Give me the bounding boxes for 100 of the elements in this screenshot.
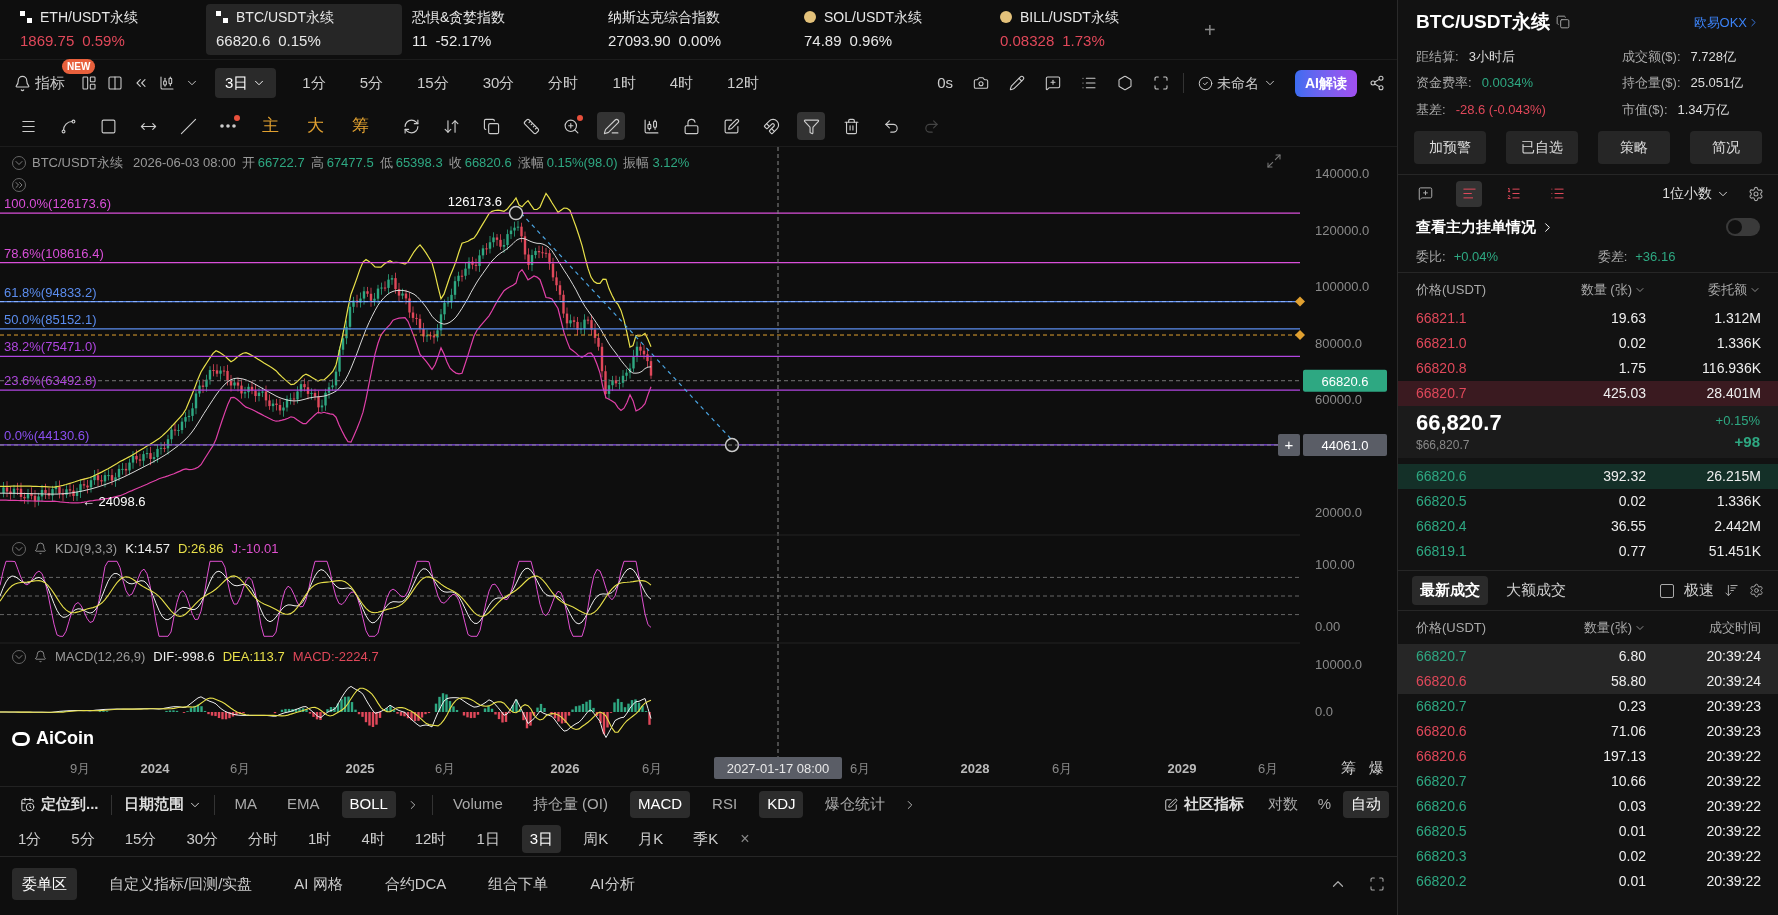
camera-icon[interactable] (973, 75, 989, 91)
layout-icon[interactable] (81, 75, 97, 91)
timeframe-tab[interactable]: 12时 (727, 71, 759, 95)
timeframe-tab[interactable]: 15分 (116, 824, 165, 854)
timeframe-tab[interactable]: 1分 (10, 824, 50, 854)
column-header[interactable]: 数量 (张) (1536, 279, 1646, 300)
diamond-marker-icon[interactable] (1295, 296, 1305, 307)
fullscreen-icon[interactable] (1266, 153, 1282, 169)
bottom-tab[interactable]: AI分析 (580, 867, 645, 901)
list-icon[interactable] (1081, 75, 1097, 91)
drawing-tool-button[interactable] (597, 112, 625, 140)
timeframe-tab[interactable]: 周K (575, 824, 617, 854)
copy-icon[interactable] (1556, 15, 1571, 30)
share-icon[interactable] (1369, 75, 1385, 91)
timeframe-tab[interactable]: 4时 (669, 71, 694, 95)
columns-icon[interactable] (107, 75, 123, 91)
close-button[interactable]: × (740, 827, 750, 851)
indicator-tab[interactable]: 爆仓统计 (817, 791, 894, 818)
chart-mode-button[interactable]: 主 (262, 113, 279, 139)
whale-orders-toggle[interactable] (1726, 218, 1760, 236)
ticker-tab[interactable]: 恐惧&贪婪指数 11 -52.17% (402, 4, 598, 55)
indicator-tab[interactable]: % (1309, 791, 1339, 818)
trades-tab[interactable]: 大额成交 (1498, 576, 1574, 605)
sort-icon[interactable] (1724, 583, 1739, 598)
indicator-button[interactable]: 指标 (35, 71, 65, 95)
pencil-icon[interactable] (1009, 75, 1025, 91)
stat-value: 25.051亿 (1690, 74, 1744, 92)
indicator-tab[interactable]: 自动 (1343, 791, 1389, 818)
indicator-tab[interactable]: 对数 (1259, 791, 1306, 818)
ticker-tab[interactable]: SOL/USDT永续 74.89 0.96% (794, 4, 990, 55)
indicator-tab[interactable]: MACD (629, 791, 691, 818)
book-price: 66820.8 (1416, 359, 1468, 378)
ticker-tab[interactable]: 纳斯达克综合指数 27093.90 0.00% (598, 4, 794, 55)
indicator-tab[interactable]: BOLL (341, 791, 396, 818)
trades-tab[interactable]: 最新成交 (1412, 576, 1488, 605)
date-range-dropdown[interactable]: 日期范围 (123, 793, 202, 816)
indicator-tab[interactable]: MA (226, 791, 265, 818)
anchor-handle[interactable] (508, 205, 524, 221)
layout-name-dropdown[interactable]: 未命名 (1198, 72, 1277, 94)
precision-dropdown[interactable]: 1位小数 (1662, 183, 1730, 204)
action-button[interactable]: 简况 (1690, 131, 1762, 164)
fullscreen-icon[interactable] (1369, 876, 1385, 892)
timeframe-tab[interactable]: 月K (630, 824, 672, 854)
timeframe-tab[interactable]: 1分 (302, 71, 326, 95)
macd-axis-label: 0.0 (1315, 704, 1334, 719)
diamond-marker-icon[interactable] (1295, 330, 1305, 341)
indicator-tab[interactable]: RSI (704, 791, 746, 818)
period-dropdown[interactable]: 3日 (215, 67, 277, 99)
timeframe-tab[interactable]: 5分 (63, 824, 103, 854)
highlighted-book-row[interactable]: 66820.6 392.32 26.215M (1398, 464, 1778, 489)
book-view-button[interactable] (1456, 180, 1482, 207)
timeframe-tab[interactable]: 30分 (178, 824, 227, 854)
fast-mode-checkbox[interactable] (1660, 583, 1674, 598)
timeframe-tab[interactable]: 1时 (300, 824, 340, 854)
timeframe-tab[interactable]: 30分 (482, 71, 515, 95)
column-header[interactable]: 委托额 (1646, 279, 1761, 300)
timeframe-tab[interactable]: 季K (685, 824, 727, 854)
action-button[interactable]: 策略 (1598, 131, 1670, 164)
ticker-tab[interactable]: BTC/USDT永续 66820.6 0.15% (206, 4, 402, 55)
candlestick-icon[interactable] (159, 75, 175, 91)
whale-orders-link[interactable]: 查看主力挂单情况 (1416, 215, 1555, 239)
timeframe-tab[interactable]: 5分 (359, 71, 384, 95)
chart-mode-button[interactable]: 大 (307, 113, 324, 139)
add-level-button[interactable]: + (1278, 434, 1300, 457)
indicator-tab[interactable]: KDJ (759, 791, 804, 818)
column-header[interactable]: 数量(张) (1536, 617, 1646, 638)
bottom-tab[interactable]: 自定义指标/回测/实盘 (99, 867, 263, 901)
indicator-tab[interactable]: Volume (444, 791, 511, 818)
timeframe-tab[interactable]: 4时 (353, 824, 393, 854)
timeframe-tab[interactable]: 分时 (548, 71, 579, 95)
comment-icon[interactable] (1045, 75, 1061, 91)
timeframe-tab[interactable]: 分时 (240, 824, 287, 854)
bottom-tab[interactable]: 组合下单 (478, 867, 559, 901)
timeframe-tab[interactable]: 1时 (612, 71, 636, 95)
macd-axis-label: 10000.0 (1315, 657, 1362, 672)
bottom-tab[interactable]: 合约DCA (374, 867, 457, 901)
indicator-tab[interactable]: 持仓量 (OI) (524, 791, 616, 818)
add-tab-button[interactable]: + (1196, 14, 1224, 45)
action-button[interactable]: 加预警 (1414, 131, 1486, 164)
timeframe-tab[interactable]: 12时 (406, 824, 455, 854)
bottom-tab[interactable]: AI 网格 (284, 867, 353, 901)
drawing-tool-button[interactable] (797, 112, 825, 140)
ticker-tab[interactable]: BILL/USDT永续 0.08328 1.73% (990, 4, 1186, 55)
side-panel-toggle[interactable]: 筹 (1340, 759, 1356, 776)
timeframe-tab[interactable]: 15分 (417, 71, 449, 95)
ai-interpret-button[interactable]: AI解读 (1295, 69, 1357, 97)
side-panel-toggle[interactable]: 爆 (1368, 759, 1384, 776)
highlighted-book-row[interactable]: 66820.7 425.03 28.401M (1398, 381, 1778, 406)
locate-button[interactable]: 定位到... (20, 793, 99, 816)
bottom-tab[interactable]: 委单区 (12, 867, 77, 901)
timeframe-tab[interactable]: 3日 (521, 824, 562, 854)
anchor-handle[interactable] (724, 437, 740, 453)
timeframe-tab[interactable]: 1日 (468, 824, 508, 854)
fullscreen-icon[interactable] (1153, 75, 1169, 91)
chart-mode-button[interactable]: 筹 (352, 113, 369, 139)
ticker-tab[interactable]: ETH/USDT永续 1869.75 0.59% (10, 4, 206, 55)
community-indicators-button[interactable]: 社区指标 (1163, 793, 1244, 816)
indicator-tab[interactable]: EMA (279, 791, 328, 818)
exchange-link[interactable]: 欧易OKX (1693, 12, 1760, 32)
action-button[interactable]: 已自选 (1506, 131, 1578, 164)
